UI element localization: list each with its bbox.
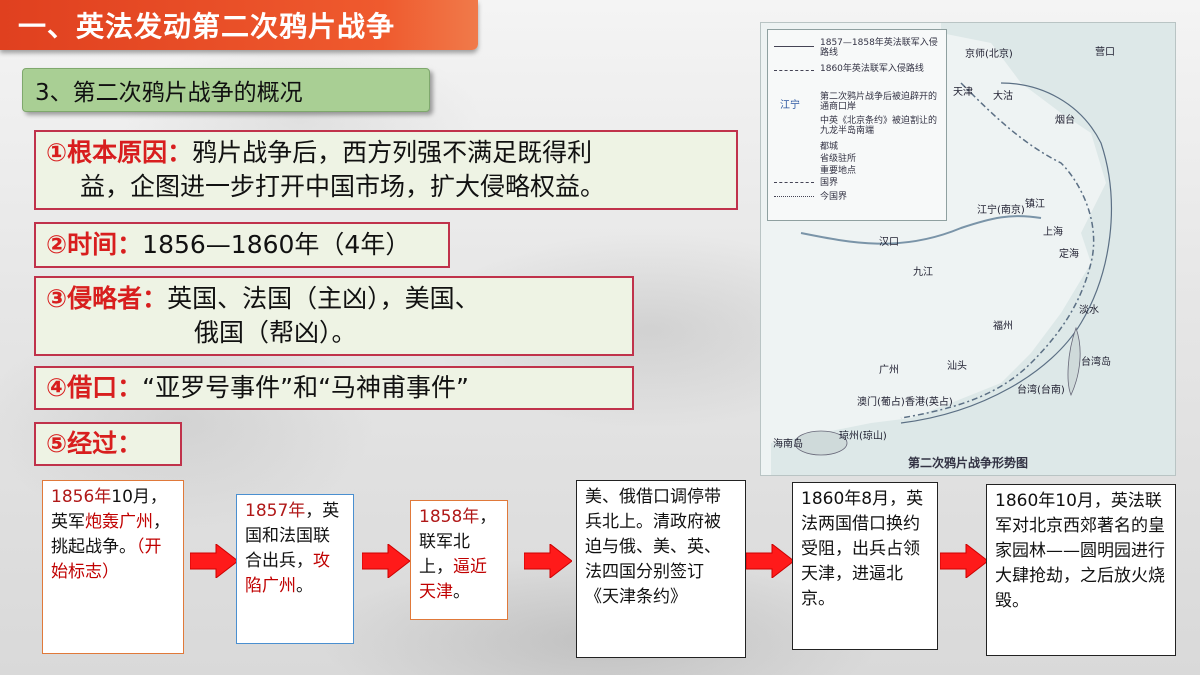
map-place: 天津 — [953, 87, 973, 98]
map-place: 汕头 — [947, 361, 967, 372]
map-place: 营口 — [1095, 47, 1115, 58]
step-tianjin-treaty-text: 美、俄借口调停带兵北上。清政府被迫与俄、美、英、法四国分别签订《天津条约》 — [585, 487, 721, 607]
pretext-label: ④借口： — [46, 373, 143, 402]
step-1856: 1856年10月，英军炮轰广州，挑起战争。（开始标志） — [42, 480, 184, 654]
map-place: 淡水 — [1079, 305, 1099, 316]
legend-item: 今国界 — [820, 192, 848, 202]
map-place: 定海 — [1059, 249, 1079, 260]
arrow-right-icon — [746, 544, 794, 578]
legend-item: 第二次鸦片战争后被迫辟开的通商口岸 — [820, 92, 938, 112]
legend-item: 都城 — [820, 142, 839, 152]
map-place: 上海 — [1043, 227, 1063, 238]
map-place: 烟台 — [1055, 115, 1075, 126]
legend-route-1857-symbol — [774, 46, 814, 48]
process-box: ⑤经过： — [34, 422, 182, 466]
arrow-right-icon — [362, 544, 410, 578]
step-1858-text-b: 。 — [453, 582, 470, 602]
step-1856-month: 10 — [111, 487, 133, 507]
map-place: 海南岛 — [773, 439, 803, 450]
root-cause-label: ①根本原因： — [46, 138, 193, 167]
legend-route-1860-symbol — [774, 70, 814, 72]
time-value: 1856—1860年（4年） — [142, 230, 411, 259]
step-1860-october-text: 1860年10月，英法联军对北京西郊著名的皇家园林——圆明园进行大肆抢劫，之后放… — [995, 491, 1165, 611]
arrow-right-icon — [524, 544, 572, 578]
step-1856-year: 1856年 — [51, 487, 112, 507]
step-tianjin-treaty: 美、俄借口调停带兵北上。清政府被迫与俄、美、英、法四国分别签订《天津条约》 — [576, 480, 746, 658]
step-1860-august: 1860年8月，英法两国借口换约受阻，出兵占领天津，进逼北京。 — [792, 482, 938, 650]
root-cause-box: ①根本原因：鸦片战争后，西方列强不满足既得利 益，企图进一步打开中国市场，扩大侵… — [34, 130, 738, 210]
map-place: 京师(北京) — [965, 49, 1013, 60]
pretext-box: ④借口：“亚罗号事件”和“马神甫事件” — [34, 366, 634, 410]
root-cause-text-1: 鸦片战争后，西方列强不满足既得利 — [192, 138, 593, 167]
map-legend: 1857—1858年英法联军入侵路线 1860年英法联军入侵路线 江宁 第二次鸦… — [767, 29, 947, 221]
map-place: 广州 — [879, 365, 899, 376]
step-1860-august-text: 1860年8月，英法两国借口换约受阻，出兵占领天津，进逼北京。 — [801, 489, 924, 609]
step-1857: 1857年，英国和法国联合出兵，攻陷广州。 — [236, 494, 354, 644]
section-title: 3、第二次鸦片战争的概况 — [35, 80, 303, 106]
map-place: 台湾(台南) — [1017, 385, 1065, 396]
aggressor-text-1: 英国、法国（主凶），美国、 — [167, 284, 480, 313]
aggressor-label: ③侵略者： — [46, 284, 168, 313]
step-1858: 1858年，联军北上，逼近天津。 — [410, 500, 508, 620]
arrow-right-icon — [940, 544, 988, 578]
step-1857-year: 1857年 — [245, 501, 306, 521]
time-box: ②时间：1856—1860年（4年） — [34, 222, 450, 268]
legend-item: 国界 — [820, 178, 839, 188]
title-banner: 一、英法发动第二次鸦片战争 — [0, 0, 478, 50]
map-place: 香港(英占) — [905, 397, 953, 408]
map-place: 九江 — [913, 267, 933, 278]
legend-sample-label: 江宁 — [780, 100, 800, 111]
map-place: 汉口 — [879, 237, 899, 248]
map-place: 琼州(琼山) — [839, 431, 887, 442]
legend-item: 重要地点 — [820, 166, 857, 176]
legend-item: 1860年英法联军入侵路线 — [820, 64, 924, 74]
war-situation-map: 1857—1858年英法联军入侵路线 1860年英法联军入侵路线 江宁 第二次鸦… — [760, 22, 1176, 476]
pretext-value: “亚罗号事件”和“马神甫事件” — [142, 373, 469, 402]
arrow-right-icon — [190, 544, 238, 578]
step-1856-highlight: 炮轰广州 — [85, 512, 153, 532]
map-place: 镇江 — [1025, 199, 1045, 210]
legend-item: 1857—1858年英法联军入侵路线 — [820, 38, 938, 58]
step-1858-year: 1858年 — [419, 507, 480, 527]
legend-item: 中英《北京条约》被迫割让的九龙半岛南端 — [820, 116, 938, 136]
step-1860-october: 1860年10月，英法联军对北京西郊著名的皇家园林——圆明园进行大肆抢劫，之后放… — [986, 484, 1176, 656]
aggressor-box: ③侵略者：英国、法国（主凶），美国、 俄国（帮凶）。 — [34, 276, 634, 356]
map-place: 台湾岛 — [1081, 357, 1111, 368]
map-place: 江宁(南京) — [977, 205, 1025, 216]
map-place: 福州 — [993, 321, 1013, 332]
legend-item: 省级驻所 — [820, 154, 857, 164]
root-cause-text-2: 益，企图进一步打开中国市场，扩大侵略权益。 — [80, 172, 606, 201]
map-place: 澳门(葡占) — [857, 397, 905, 408]
aggressor-text-2: 俄国（帮凶）。 — [194, 318, 357, 347]
time-label: ②时间： — [46, 230, 143, 259]
map-place: 大沽 — [993, 91, 1013, 102]
step-1857-text-b: 。 — [296, 576, 313, 596]
section-heading: 3、第二次鸦片战争的概况 — [22, 68, 430, 112]
page-title: 一、英法发动第二次鸦片战争 — [18, 10, 396, 43]
legend-current-border-symbol — [774, 196, 814, 198]
process-label: ⑤经过： — [46, 429, 143, 458]
map-caption: 第二次鸦片战争形势图 — [907, 456, 1028, 470]
legend-border-symbol — [774, 182, 814, 184]
